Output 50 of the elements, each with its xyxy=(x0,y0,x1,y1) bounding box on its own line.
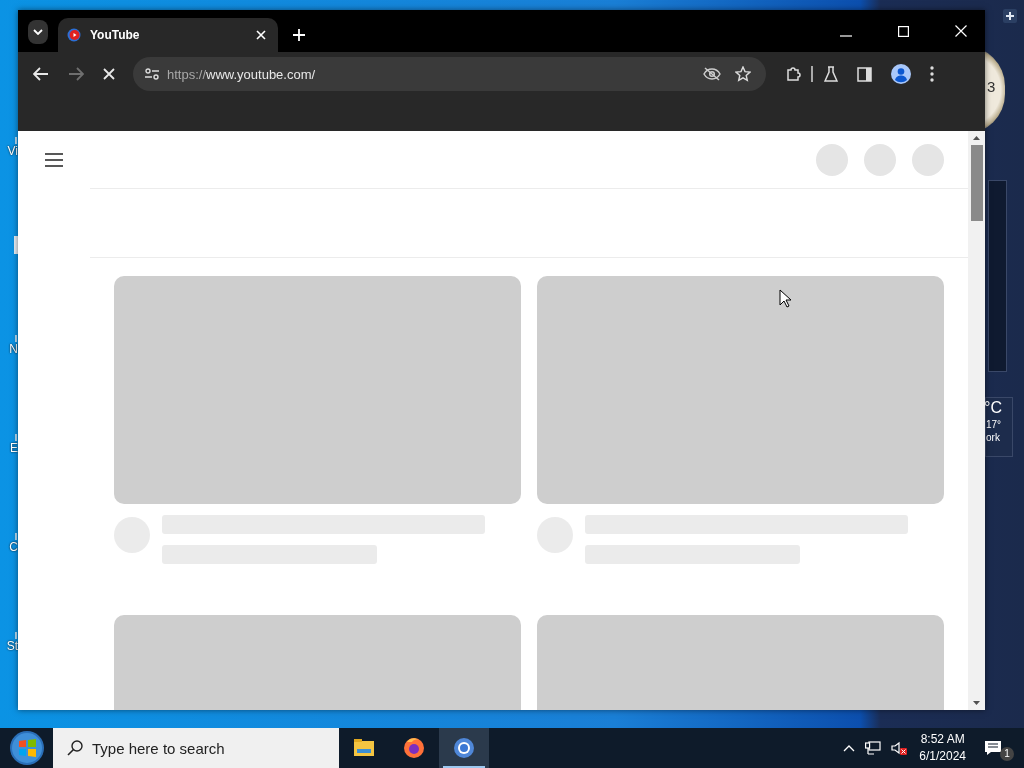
maximize-icon[interactable] xyxy=(898,26,909,37)
desktop-icon-label: E xyxy=(10,441,18,455)
tab-search-button[interactable] xyxy=(28,20,48,44)
scrollbar-thumb[interactable] xyxy=(970,145,983,221)
caret-icon xyxy=(33,29,43,35)
clock-time[interactable]: 8:52 AM xyxy=(920,731,965,748)
flask-icon[interactable] xyxy=(824,66,838,82)
back-icon[interactable] xyxy=(33,67,49,81)
clock-numeral: 3 xyxy=(987,78,996,95)
search-field[interactable]: Type here to search xyxy=(53,728,339,768)
scrollbar[interactable] xyxy=(968,131,985,710)
loading-placeholder-circle xyxy=(816,143,848,176)
eye-slash-icon[interactable] xyxy=(703,67,721,81)
desktop-icon-label: N xyxy=(9,342,18,356)
desktop-icon-label: St xyxy=(6,639,18,653)
weather-low: 17° xyxy=(986,418,1003,431)
mouse-cursor-icon xyxy=(779,289,791,308)
site-settings-icon[interactable] xyxy=(145,68,159,80)
puzzle-piece-icon[interactable] xyxy=(786,66,802,82)
scroll-up-icon[interactable] xyxy=(973,136,980,140)
firefox-icon[interactable] xyxy=(402,736,426,760)
menu-icon[interactable] xyxy=(45,152,63,167)
star-icon[interactable] xyxy=(735,66,751,82)
address-bar[interactable]: https://www.youtube.com/ xyxy=(133,57,766,91)
close-icon[interactable] xyxy=(256,30,266,40)
loading-placeholder-circle xyxy=(864,143,896,176)
loading-placeholder-circle xyxy=(912,143,944,176)
weather-location: ork xyxy=(986,431,1001,445)
desktop-icon-label: C xyxy=(9,540,18,554)
add-gadget-icon[interactable] xyxy=(1003,9,1017,23)
search-icon xyxy=(67,740,83,756)
side-panel-icon[interactable] xyxy=(857,66,872,82)
favicon-icon xyxy=(67,28,81,42)
notification-count: 1 xyxy=(1000,747,1014,761)
muted-speaker-icon[interactable] xyxy=(891,741,908,755)
desktop-icon-label: Vi xyxy=(7,144,18,158)
close-icon[interactable] xyxy=(955,25,967,37)
chrome-icon[interactable] xyxy=(452,736,476,760)
stop-icon[interactable] xyxy=(103,68,115,80)
network-icon[interactable] xyxy=(865,741,882,755)
browser-tab[interactable]: YouTube xyxy=(58,18,278,52)
chevron-up-icon[interactable] xyxy=(843,744,856,752)
weather-temperature: °C xyxy=(984,398,1003,418)
notification-icon[interactable] xyxy=(984,740,1002,756)
menu-icon[interactable] xyxy=(930,66,934,82)
clock-date[interactable]: 6/1/2024 xyxy=(919,748,966,765)
new-tab-icon[interactable] xyxy=(293,29,305,41)
start-orb-icon[interactable] xyxy=(9,730,45,766)
scroll-down-icon[interactable] xyxy=(973,701,980,705)
profile-avatar-icon[interactable] xyxy=(891,64,911,84)
